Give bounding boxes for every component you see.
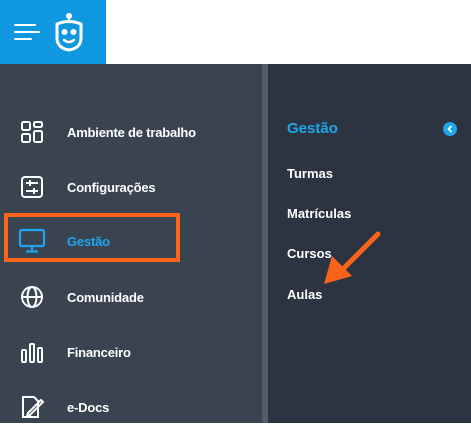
sidebar-item-label: e-Docs [67, 399, 110, 415]
sidebar-item-configuracoes[interactable]: Configurações [0, 165, 262, 209]
brand-block [0, 0, 106, 64]
globe-icon [18, 283, 46, 311]
submenu-panel [268, 64, 471, 423]
monitor-icon [18, 227, 46, 255]
sidebar-item-label: Comunidade [67, 289, 144, 305]
sidebar-item-comunidade[interactable]: Comunidade [0, 275, 262, 319]
chevron-left-icon[interactable] [443, 122, 457, 136]
sidebar-item-label: Configurações [67, 179, 156, 195]
submenu-item-cursos[interactable]: Cursos [287, 246, 332, 261]
sliders-settings-icon [18, 173, 46, 201]
top-bar [0, 0, 471, 64]
hamburger-menu-icon[interactable] [14, 21, 42, 43]
sidebar-item-e-docs[interactable]: e-Docs [0, 385, 262, 429]
submenu-item-aulas[interactable]: Aulas [287, 287, 322, 302]
sidebar-item-gestao[interactable]: Gestão [0, 219, 262, 263]
submenu-item-turmas[interactable]: Turmas [287, 166, 333, 181]
document-edit-icon [18, 393, 46, 421]
sidebar-item-ambiente-de-trabalho[interactable]: Ambiente de trabalho [0, 110, 262, 154]
sidebar-item-financeiro[interactable]: Financeiro [0, 330, 262, 374]
bar-chart-icon [18, 338, 46, 366]
dashboard-grid-icon [18, 118, 46, 146]
sidebar-item-label: Ambiente de trabalho [67, 124, 196, 140]
sidebar-item-label: Gestão [67, 233, 110, 249]
submenu-title: Gestão [287, 120, 338, 137]
owl-logo-icon[interactable] [52, 12, 86, 52]
submenu-item-matriculas[interactable]: Matrículas [287, 206, 351, 221]
sidebar-item-label: Financeiro [67, 344, 131, 360]
